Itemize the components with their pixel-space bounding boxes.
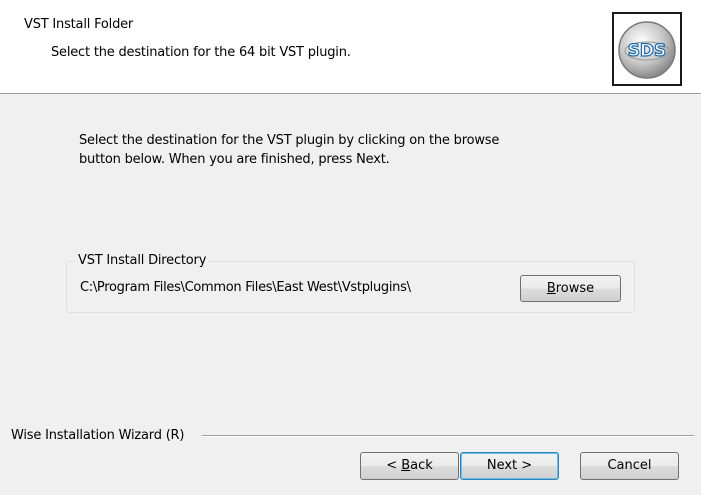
wizard-brand-label: Wise Installation Wizard (R) [11, 428, 185, 443]
page-title: VST Install Folder [24, 17, 134, 32]
back-button-prefix: < [386, 458, 402, 473]
browse-button-label: rowse [555, 280, 595, 296]
browse-accel-key: B [546, 280, 556, 296]
instructions-text: Select the destination for the VST plugi… [79, 131, 549, 169]
install-directory-path: C:\Program Files\Common Files\East West\… [80, 280, 411, 295]
logo-text: SDS [628, 41, 667, 61]
next-button[interactable]: Next > [460, 452, 559, 480]
sds-logo-icon: SDS [612, 12, 682, 86]
wizard-header: VST Install Folder Select the destinatio… [0, 0, 701, 94]
footer-separator [202, 435, 694, 437]
browse-button[interactable]: Browse [520, 275, 621, 302]
back-accel-key: B [401, 458, 411, 473]
vst-directory-group-label: VST Install Directory [75, 253, 210, 268]
instructions-line-2: button below. When you are finished, pre… [79, 152, 390, 167]
cancel-button[interactable]: Cancel [580, 452, 679, 480]
instructions-line-1: Select the destination for the VST plugi… [79, 133, 500, 148]
back-button[interactable]: < Back [360, 452, 459, 480]
page-subtitle: Select the destination for the 64 bit VS… [51, 45, 351, 60]
back-button-label: ack [410, 458, 433, 473]
